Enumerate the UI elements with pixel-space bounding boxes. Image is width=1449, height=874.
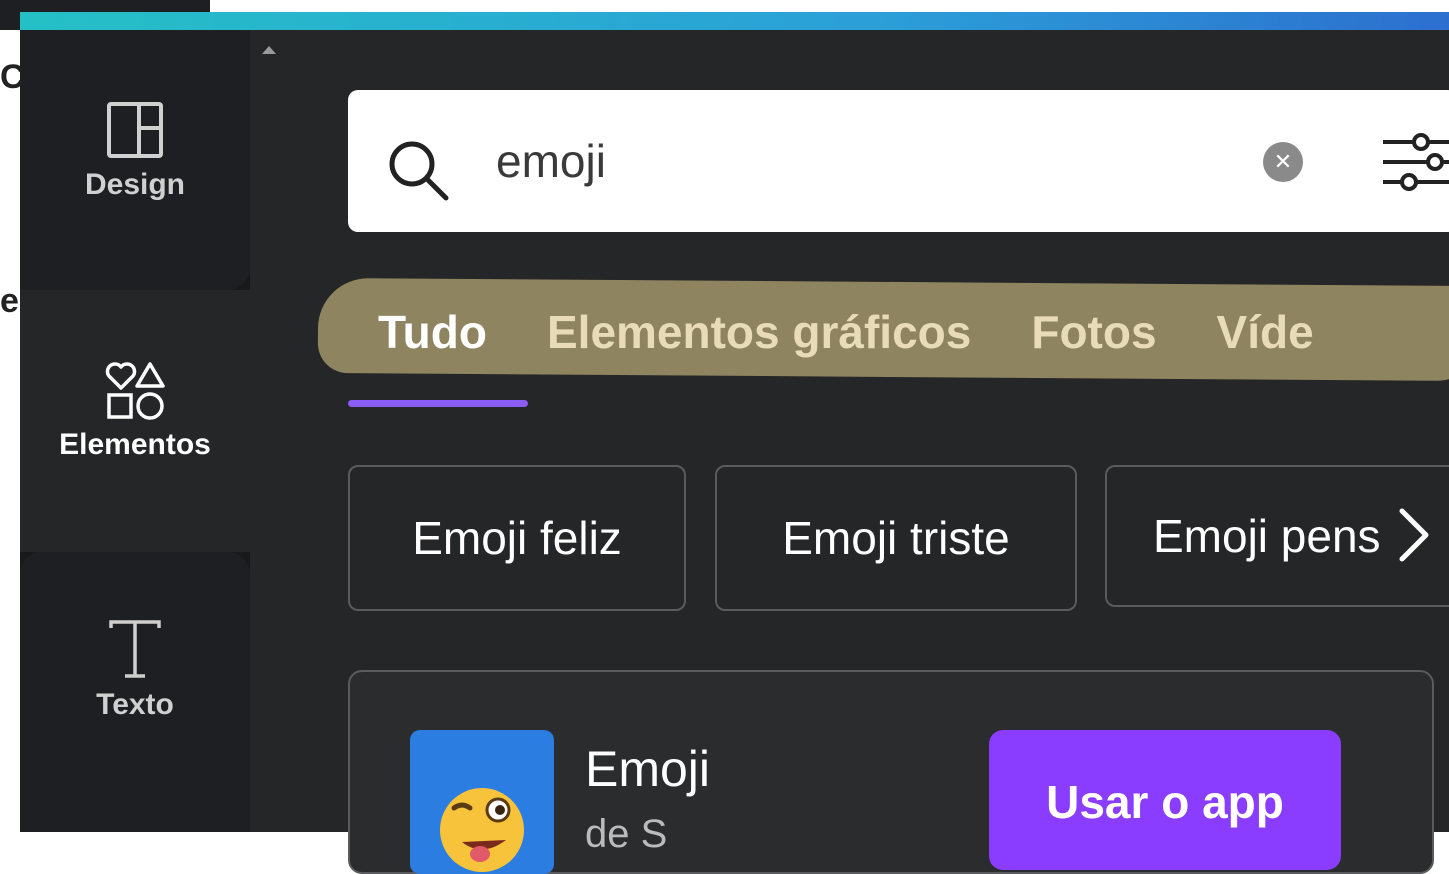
close-icon[interactable]: ✕ bbox=[1263, 142, 1303, 182]
sidebar-item-text[interactable]: Texto bbox=[20, 552, 250, 832]
sidebar-item-design[interactable]: Design bbox=[20, 30, 250, 290]
chevron-right-icon[interactable] bbox=[1396, 505, 1432, 565]
sidebar-item-label: Texto bbox=[96, 688, 174, 721]
winking-face-icon bbox=[440, 788, 524, 872]
canvas-text-fragment: e bbox=[0, 282, 19, 320]
shapes-icon bbox=[105, 362, 165, 420]
sidebar-item-elements[interactable]: Elementos bbox=[20, 290, 250, 552]
tab-all[interactable]: Tudo bbox=[378, 305, 487, 359]
sidebar-item-label: Design bbox=[84, 168, 186, 201]
text-icon bbox=[109, 620, 161, 678]
suggestion-chip[interactable]: Emoji triste bbox=[715, 465, 1077, 611]
search-bar[interactable]: ✕ bbox=[348, 90, 1449, 232]
category-tabs: Tudo Elementos gráficos Fotos Víde bbox=[378, 305, 1374, 359]
app-title: Emoji bbox=[585, 741, 711, 797]
header-gradient-bar bbox=[20, 12, 1449, 30]
canvas-edge-bottom bbox=[0, 552, 22, 832]
search-icon bbox=[389, 141, 449, 201]
search-input[interactable] bbox=[496, 134, 1196, 188]
emoji-app-icon bbox=[410, 730, 554, 874]
sidebar-item-label: Elementos bbox=[59, 428, 211, 461]
suggestion-chip[interactable]: Emoji feliz bbox=[348, 465, 686, 611]
layout-icon bbox=[107, 102, 163, 158]
scroll-up-arrow[interactable] bbox=[262, 46, 276, 54]
tab-videos[interactable]: Víde bbox=[1217, 305, 1314, 359]
active-tab-indicator bbox=[348, 400, 528, 407]
tab-photos[interactable]: Fotos bbox=[1031, 305, 1156, 359]
use-app-button[interactable]: Usar o app bbox=[989, 730, 1341, 870]
app-subtitle: de S bbox=[585, 812, 668, 856]
filter-sliders-icon[interactable] bbox=[1383, 132, 1449, 192]
tab-graphics[interactable]: Elementos gráficos bbox=[547, 305, 971, 359]
